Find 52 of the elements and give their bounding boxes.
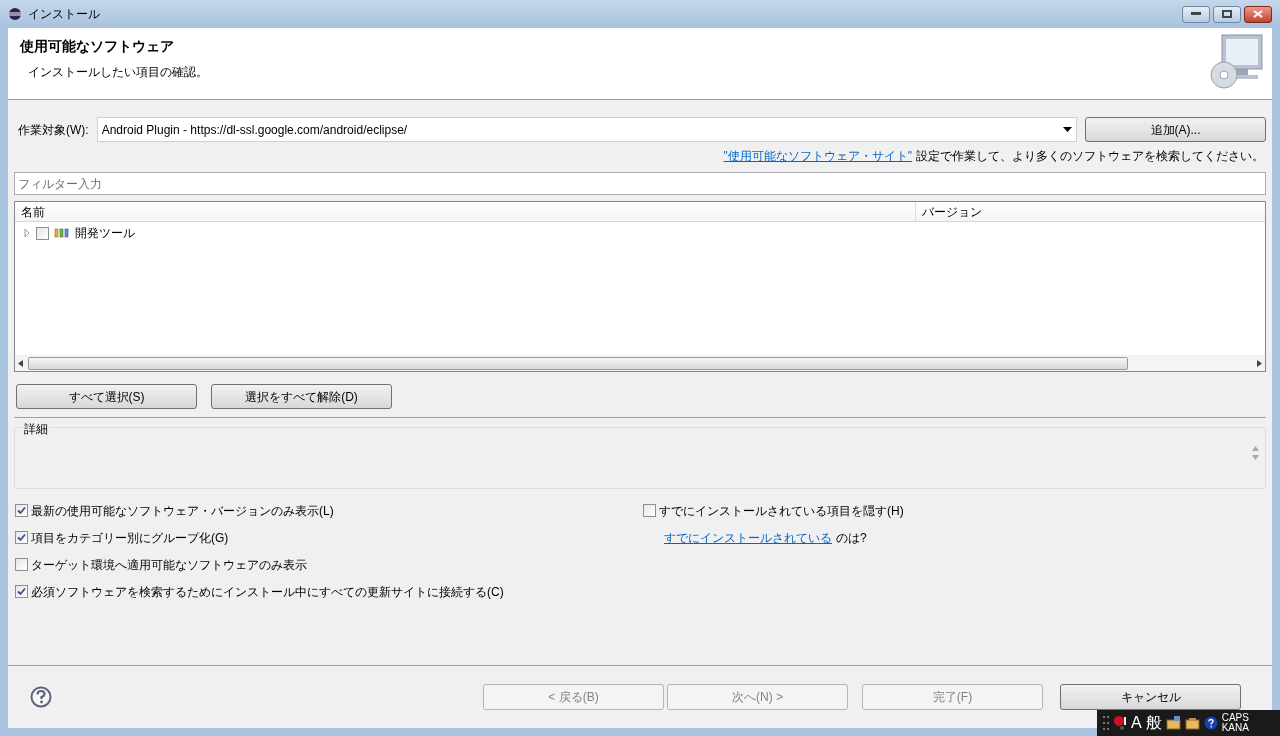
checkbox[interactable]	[15, 504, 28, 517]
toolbox-icon[interactable]	[1165, 716, 1181, 730]
checkbox[interactable]	[643, 504, 656, 517]
available-sites-link[interactable]: "使用可能なソフトウェア・サイト"	[723, 147, 912, 165]
site-hint-text: 設定で作業して、より多くのソフトウェアを検索してください。	[916, 148, 1264, 165]
checkbox[interactable]	[15, 531, 28, 544]
minimize-icon	[1191, 12, 1201, 16]
work-with-label: 作業対象(W):	[18, 121, 89, 139]
column-header[interactable]: 名前	[15, 202, 916, 221]
expand-arrow-icon[interactable]	[23, 229, 31, 237]
kana-indicator: KANA	[1221, 723, 1249, 733]
conversion-mode-indicator[interactable]: 般	[1145, 715, 1162, 731]
eclipse-logo-icon	[8, 7, 22, 21]
tree-item-label: 開発ツール	[75, 225, 135, 242]
close-button[interactable]	[1244, 5, 1272, 23]
selection-button[interactable]: すべて選択(S)	[16, 384, 197, 409]
caps-indicator: CAPS	[1221, 713, 1249, 723]
checkbox[interactable]	[36, 226, 49, 240]
column-header[interactable]: バージョン	[916, 202, 1265, 221]
page-description: インストールしたい項目の確認。	[28, 64, 209, 81]
window-title: インストール	[28, 6, 100, 23]
help-icon[interactable]	[1203, 716, 1218, 730]
option-label: 最新の使用可能なソフトウェア・バージョンのみ表示(L)	[31, 502, 334, 520]
option-label: 必須ソフトウェアを検索するためにインストール中にすべての更新サイトに接続する(C)	[31, 583, 504, 601]
close-icon	[1253, 10, 1263, 18]
box-icon[interactable]	[1184, 716, 1200, 730]
installed-question-text: のは?	[836, 529, 867, 547]
checkbox[interactable]	[15, 558, 28, 571]
scroll-left-icon[interactable]	[18, 359, 24, 367]
details-label: 詳細	[23, 420, 49, 438]
maximize-icon	[1222, 10, 1232, 18]
option-label: ターゲット環境へ適用可能なソフトウェアのみ表示	[31, 556, 307, 574]
minimize-button[interactable]	[1182, 5, 1210, 23]
filter-field[interactable]: フィルター入力	[14, 172, 1266, 195]
scroll-right-icon[interactable]	[1256, 359, 1262, 367]
horizontal-scrollbar[interactable]	[15, 355, 1265, 371]
dropdown-caret-icon	[1063, 127, 1072, 132]
pin-icon[interactable]	[1113, 715, 1127, 731]
option-label: 項目をカテゴリー別にグループ化(G)	[31, 529, 229, 547]
page-title: 使用可能なソフトウェア	[20, 37, 175, 56]
tree-row[interactable]: 開発ツール	[15, 222, 1265, 244]
add-button[interactable]: 追加(A)...	[1085, 117, 1266, 142]
wizard-button[interactable]: キャンセル	[1060, 684, 1241, 710]
input-mode-indicator[interactable]: A	[1131, 715, 1142, 731]
option-label: すでにインストールされている項目を隠す(H)	[659, 502, 904, 520]
site-combo-box[interactable]: Android Plugin - https://dl-ssl.google.com/android/eclipse/	[96, 117, 1077, 142]
installed-items-link[interactable]: すでにインストールされている	[664, 528, 832, 547]
grip-icon[interactable]	[1103, 715, 1109, 731]
maximize-button[interactable]	[1213, 5, 1241, 23]
selection-button[interactable]: 選択をすべて解除(D)	[211, 384, 392, 409]
category-icon	[54, 228, 70, 238]
checkbox[interactable]	[15, 585, 28, 598]
